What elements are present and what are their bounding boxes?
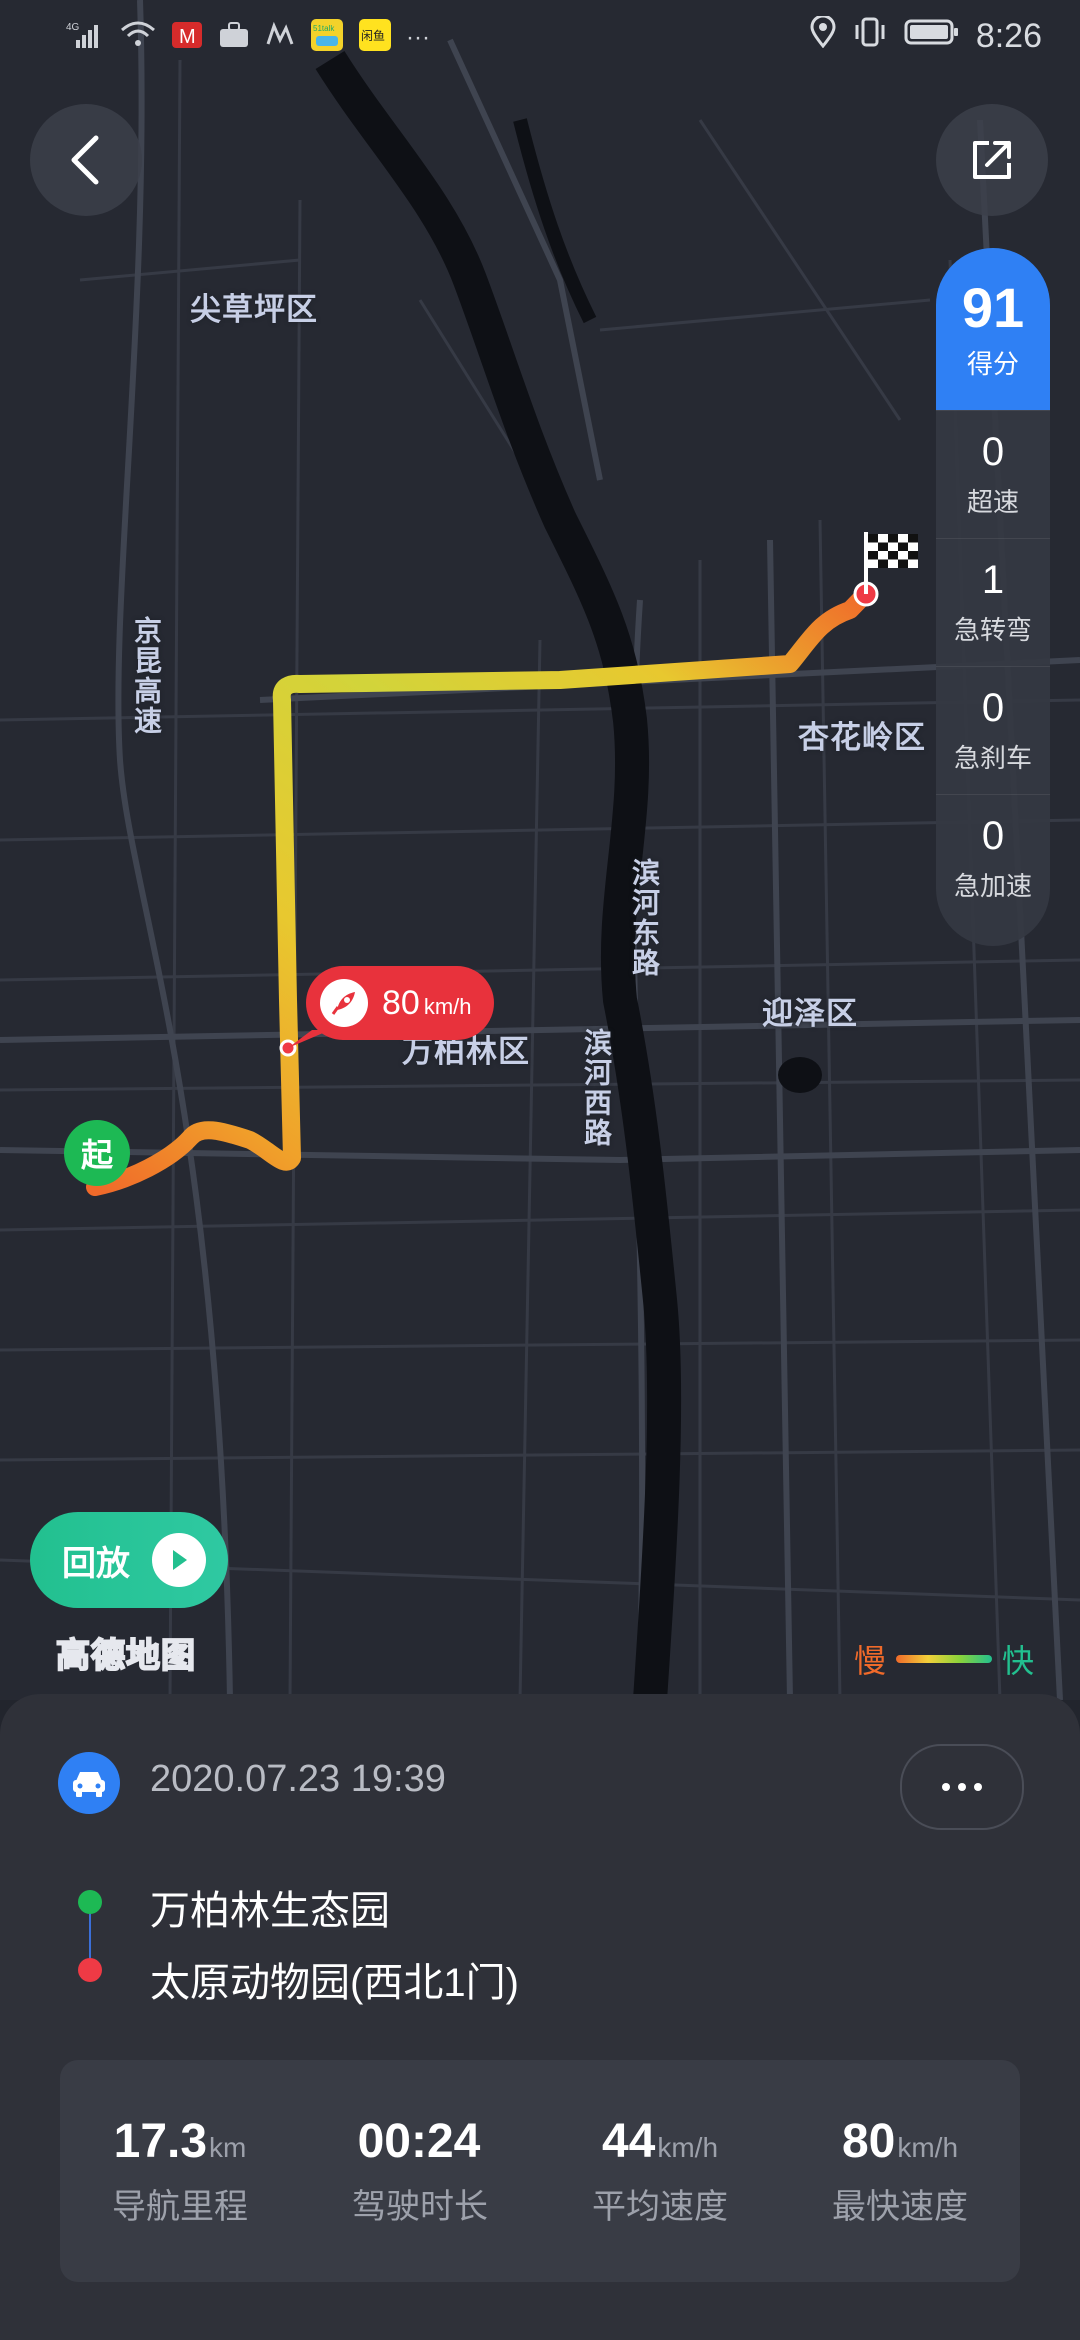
amap-logo: 高德地图	[55, 1636, 196, 1676]
battery-icon	[904, 17, 960, 56]
back-button[interactable]	[30, 104, 142, 216]
summary-value: 44	[601, 2115, 656, 2168]
app-notification-icon: M	[170, 20, 204, 56]
district-label: 迎泽区	[762, 996, 858, 1031]
stat-value: 0	[981, 814, 1005, 858]
legend-slow: 慢	[853, 1643, 886, 1679]
share-icon	[973, 141, 1011, 179]
svg-text:51talk: 51talk	[313, 24, 335, 33]
wifi-icon	[120, 20, 156, 56]
play-icon	[152, 1533, 206, 1587]
district-label: 尖草坪区	[190, 292, 318, 327]
stat-value: 0	[981, 686, 1005, 730]
summary-duration: 00:24 驾驶时长	[300, 2114, 540, 2228]
share-button[interactable]	[936, 104, 1048, 216]
stat-label: 急加速	[953, 871, 1032, 901]
briefcase-icon	[218, 20, 250, 56]
more-dot	[974, 1783, 982, 1791]
road-label: 滨河西路	[581, 1028, 612, 1148]
back-arrow-icon	[71, 135, 99, 185]
trip-datetime: 2020.07.23 19:39	[150, 1758, 446, 1800]
status-bar: 4G M 51talk 闲鱼 ··· 8:26	[0, 0, 1080, 72]
max-speed-bubble: 80 km/h	[306, 966, 494, 1040]
svg-text:4G: 4G	[66, 22, 80, 33]
more-notifications: ···	[406, 24, 430, 51]
legend-gradient-bar	[895, 1655, 992, 1663]
location-icon	[810, 14, 836, 57]
district-label: 杏花岭区	[798, 720, 926, 755]
more-options-button[interactable]	[900, 1744, 1024, 1830]
vibrate-icon	[852, 16, 888, 57]
start-marker: 起	[64, 1120, 130, 1186]
legend-fast: 快	[1001, 1643, 1034, 1679]
summary-label: 导航里程	[112, 2188, 248, 2226]
summary-unit: km/h	[897, 2132, 959, 2163]
destination-name: 太原动物园(西北1门)	[150, 1961, 519, 2005]
summary-value: 00:24	[357, 2115, 481, 2168]
stat-label: 急刹车	[953, 743, 1032, 773]
more-dot	[958, 1783, 966, 1791]
rocket-icon	[320, 979, 368, 1027]
map-view[interactable]	[0, 0, 1080, 1700]
svg-text:闲鱼: 闲鱼	[361, 29, 385, 43]
summary-label: 驾驶时长	[352, 2188, 488, 2226]
driving-score-panel: 91 得分 0 超速 1 急转弯 0 急刹车 0 急加速	[936, 248, 1050, 946]
more-dot	[942, 1783, 950, 1791]
stat-value: 1	[981, 558, 1005, 602]
car-icon	[58, 1752, 120, 1814]
origin-name: 万柏林生态园	[150, 1889, 390, 1933]
max-speed-unit: km/h	[423, 993, 472, 1019]
destination-dot	[78, 1958, 102, 1982]
stat-label: 超速	[966, 487, 1019, 517]
replay-label: 回放	[62, 1544, 130, 1583]
stat-rapid-accel: 0 急加速	[936, 794, 1050, 922]
stat-sharp-turn: 1 急转弯	[936, 538, 1050, 666]
road-label: 滨河东路	[629, 858, 660, 978]
origin-dot	[78, 1890, 102, 1914]
road-label: 京昆高速	[131, 616, 162, 736]
signal-icon: 4G	[66, 20, 106, 56]
stat-label: 急转弯	[953, 615, 1032, 645]
stat-overspeed: 0 超速	[936, 410, 1050, 538]
summary-unit: km/h	[657, 2132, 719, 2163]
summary-avg-speed: 44km/h 平均速度	[540, 2114, 780, 2228]
replay-button[interactable]: 回放	[30, 1512, 228, 1608]
51talk-icon: 51talk	[310, 18, 344, 58]
stat-hard-brake: 0 急刹车	[936, 666, 1050, 794]
score-label: 得分	[966, 348, 1019, 379]
trip-detail-panel: 2020.07.23 19:39 万柏林生态园 太原动物园(西北1门) 17.3…	[0, 1694, 1080, 2340]
score-header: 91 得分	[936, 248, 1050, 410]
learning-app-icon	[264, 20, 296, 56]
summary-value: 80	[841, 2115, 896, 2168]
speed-legend: 慢 快	[854, 1636, 1034, 1682]
stat-value: 0	[981, 430, 1005, 474]
trip-summary: 17.3km 导航里程 00:24 驾驶时长 44km/h 平均速度 80km/…	[60, 2060, 1020, 2282]
summary-label: 最快速度	[832, 2188, 968, 2226]
max-speed-value: 80	[382, 983, 420, 1022]
summary-value: 17.3	[113, 2115, 208, 2168]
clock: 8:26	[975, 17, 1042, 55]
lake	[778, 1057, 822, 1093]
score-value: 91	[961, 275, 1025, 339]
summary-unit: km	[209, 2132, 247, 2163]
summary-label: 平均速度	[592, 2188, 728, 2226]
svg-text:M: M	[179, 26, 196, 48]
summary-distance: 17.3km 导航里程	[60, 2114, 300, 2228]
summary-max-speed: 80km/h 最快速度	[780, 2114, 1020, 2228]
xianyu-icon: 闲鱼	[358, 18, 392, 58]
